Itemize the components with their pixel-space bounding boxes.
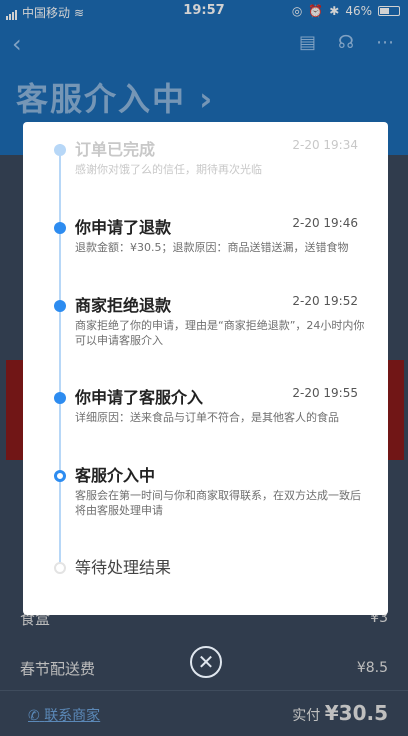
step-title: 商家拒绝退款: [75, 296, 172, 315]
step-title: 你申请了退款: [75, 218, 172, 237]
step-title: 客服介入中: [75, 466, 156, 485]
step-desc: 客服会在第一时间与你和商家取得联系，在双方达成一致后将由客服处理申请: [75, 489, 361, 517]
step-dot: [54, 222, 66, 234]
timeline-line: [59, 144, 61, 564]
step-desc: 商家拒绝了你的申请，理由是“商家拒绝退款”，24小时内你可以申请客服介入: [75, 319, 365, 347]
step-time: 2-20 19:55: [292, 386, 358, 400]
step-dot: [54, 392, 66, 404]
step-desc: 详细原因：送来食品与订单不符合，是其他客人的食品: [75, 411, 339, 424]
step-dot-pending: [54, 562, 66, 574]
step-title: 你申请了客服介入: [75, 388, 204, 407]
step-time: 2-20 19:46: [292, 216, 358, 230]
step-title: 等待处理结果: [75, 558, 172, 577]
close-icon[interactable]: ✕: [190, 646, 222, 678]
progress-modal: 订单已完成 2-20 19:34 感谢你对饿了么的信任，期待再次光临 你申请了退…: [23, 122, 388, 615]
step-dot: [54, 144, 66, 156]
step-time: 2-20 19:52: [292, 294, 358, 308]
step-title: 订单已完成: [75, 140, 156, 159]
step-desc: 感谢你对饿了么的信任，期待再次光临: [75, 163, 262, 176]
step-time: 2-20 19:34: [292, 138, 358, 152]
step-dot-current: [54, 470, 66, 482]
step-dot: [54, 300, 66, 312]
step-desc: 退款金额：¥30.5；退款原因：商品送错送漏，送错食物: [75, 241, 349, 254]
